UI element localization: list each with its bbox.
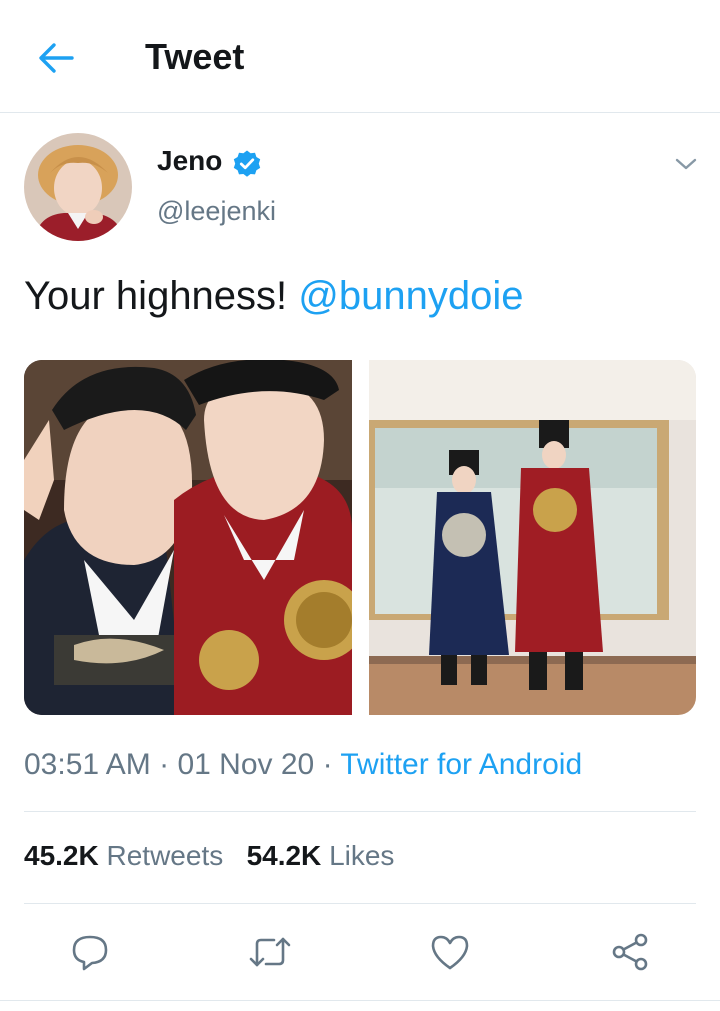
- tweet-date: 01 Nov 20: [177, 748, 315, 781]
- divider: [24, 811, 696, 812]
- share-icon: [612, 933, 648, 971]
- author-handle[interactable]: @leejenki: [157, 196, 276, 227]
- retweet-button[interactable]: [248, 930, 292, 974]
- top-app-bar: Tweet: [0, 0, 720, 113]
- tweet-source-link[interactable]: Twitter for Android: [340, 748, 582, 781]
- divider: [24, 903, 696, 904]
- reply-button[interactable]: [68, 930, 112, 974]
- avatar[interactable]: [24, 133, 132, 241]
- likes-label: Likes: [329, 840, 395, 871]
- tweet-photo-2[interactable]: [369, 360, 696, 715]
- back-button[interactable]: [30, 32, 82, 84]
- divider: [0, 1000, 720, 1001]
- tweet-photo-1[interactable]: [24, 360, 352, 715]
- likes-stat[interactable]: 54.2K Likes: [247, 840, 395, 871]
- tweet-text: Your highness! @bunnydoie: [24, 274, 524, 319]
- author-display-name[interactable]: Jeno: [157, 145, 222, 177]
- tweet-body: Your highness!: [24, 274, 288, 318]
- tweet-time: 03:51 AM: [24, 748, 151, 781]
- likes-count: 54.2K: [246, 840, 322, 871]
- tweet-stats: 45.2K Retweets 54.2K Likes: [24, 840, 394, 872]
- reply-icon: [72, 935, 108, 971]
- like-icon: [431, 935, 469, 970]
- tweet-meta: 03:51 AM · 01 Nov 20 · Twitter for Andro…: [24, 748, 582, 782]
- mention-link[interactable]: @bunnydoie: [298, 274, 523, 318]
- share-button[interactable]: [608, 930, 652, 974]
- retweets-count: 45.2K: [24, 840, 99, 871]
- verified-badge-icon: [233, 150, 261, 177]
- like-button[interactable]: [428, 930, 472, 974]
- retweets-label: Retweets: [106, 840, 224, 871]
- meta-separator: ·: [322, 748, 333, 781]
- chevron-down-icon: [675, 158, 697, 170]
- tweet-options-button[interactable]: [668, 148, 704, 180]
- meta-separator: ·: [159, 748, 170, 781]
- page-title: Tweet: [145, 36, 245, 77]
- arrow-left-icon: [39, 43, 74, 73]
- retweets-stat[interactable]: 45.2K Retweets: [24, 840, 231, 871]
- retweet-icon: [249, 937, 291, 967]
